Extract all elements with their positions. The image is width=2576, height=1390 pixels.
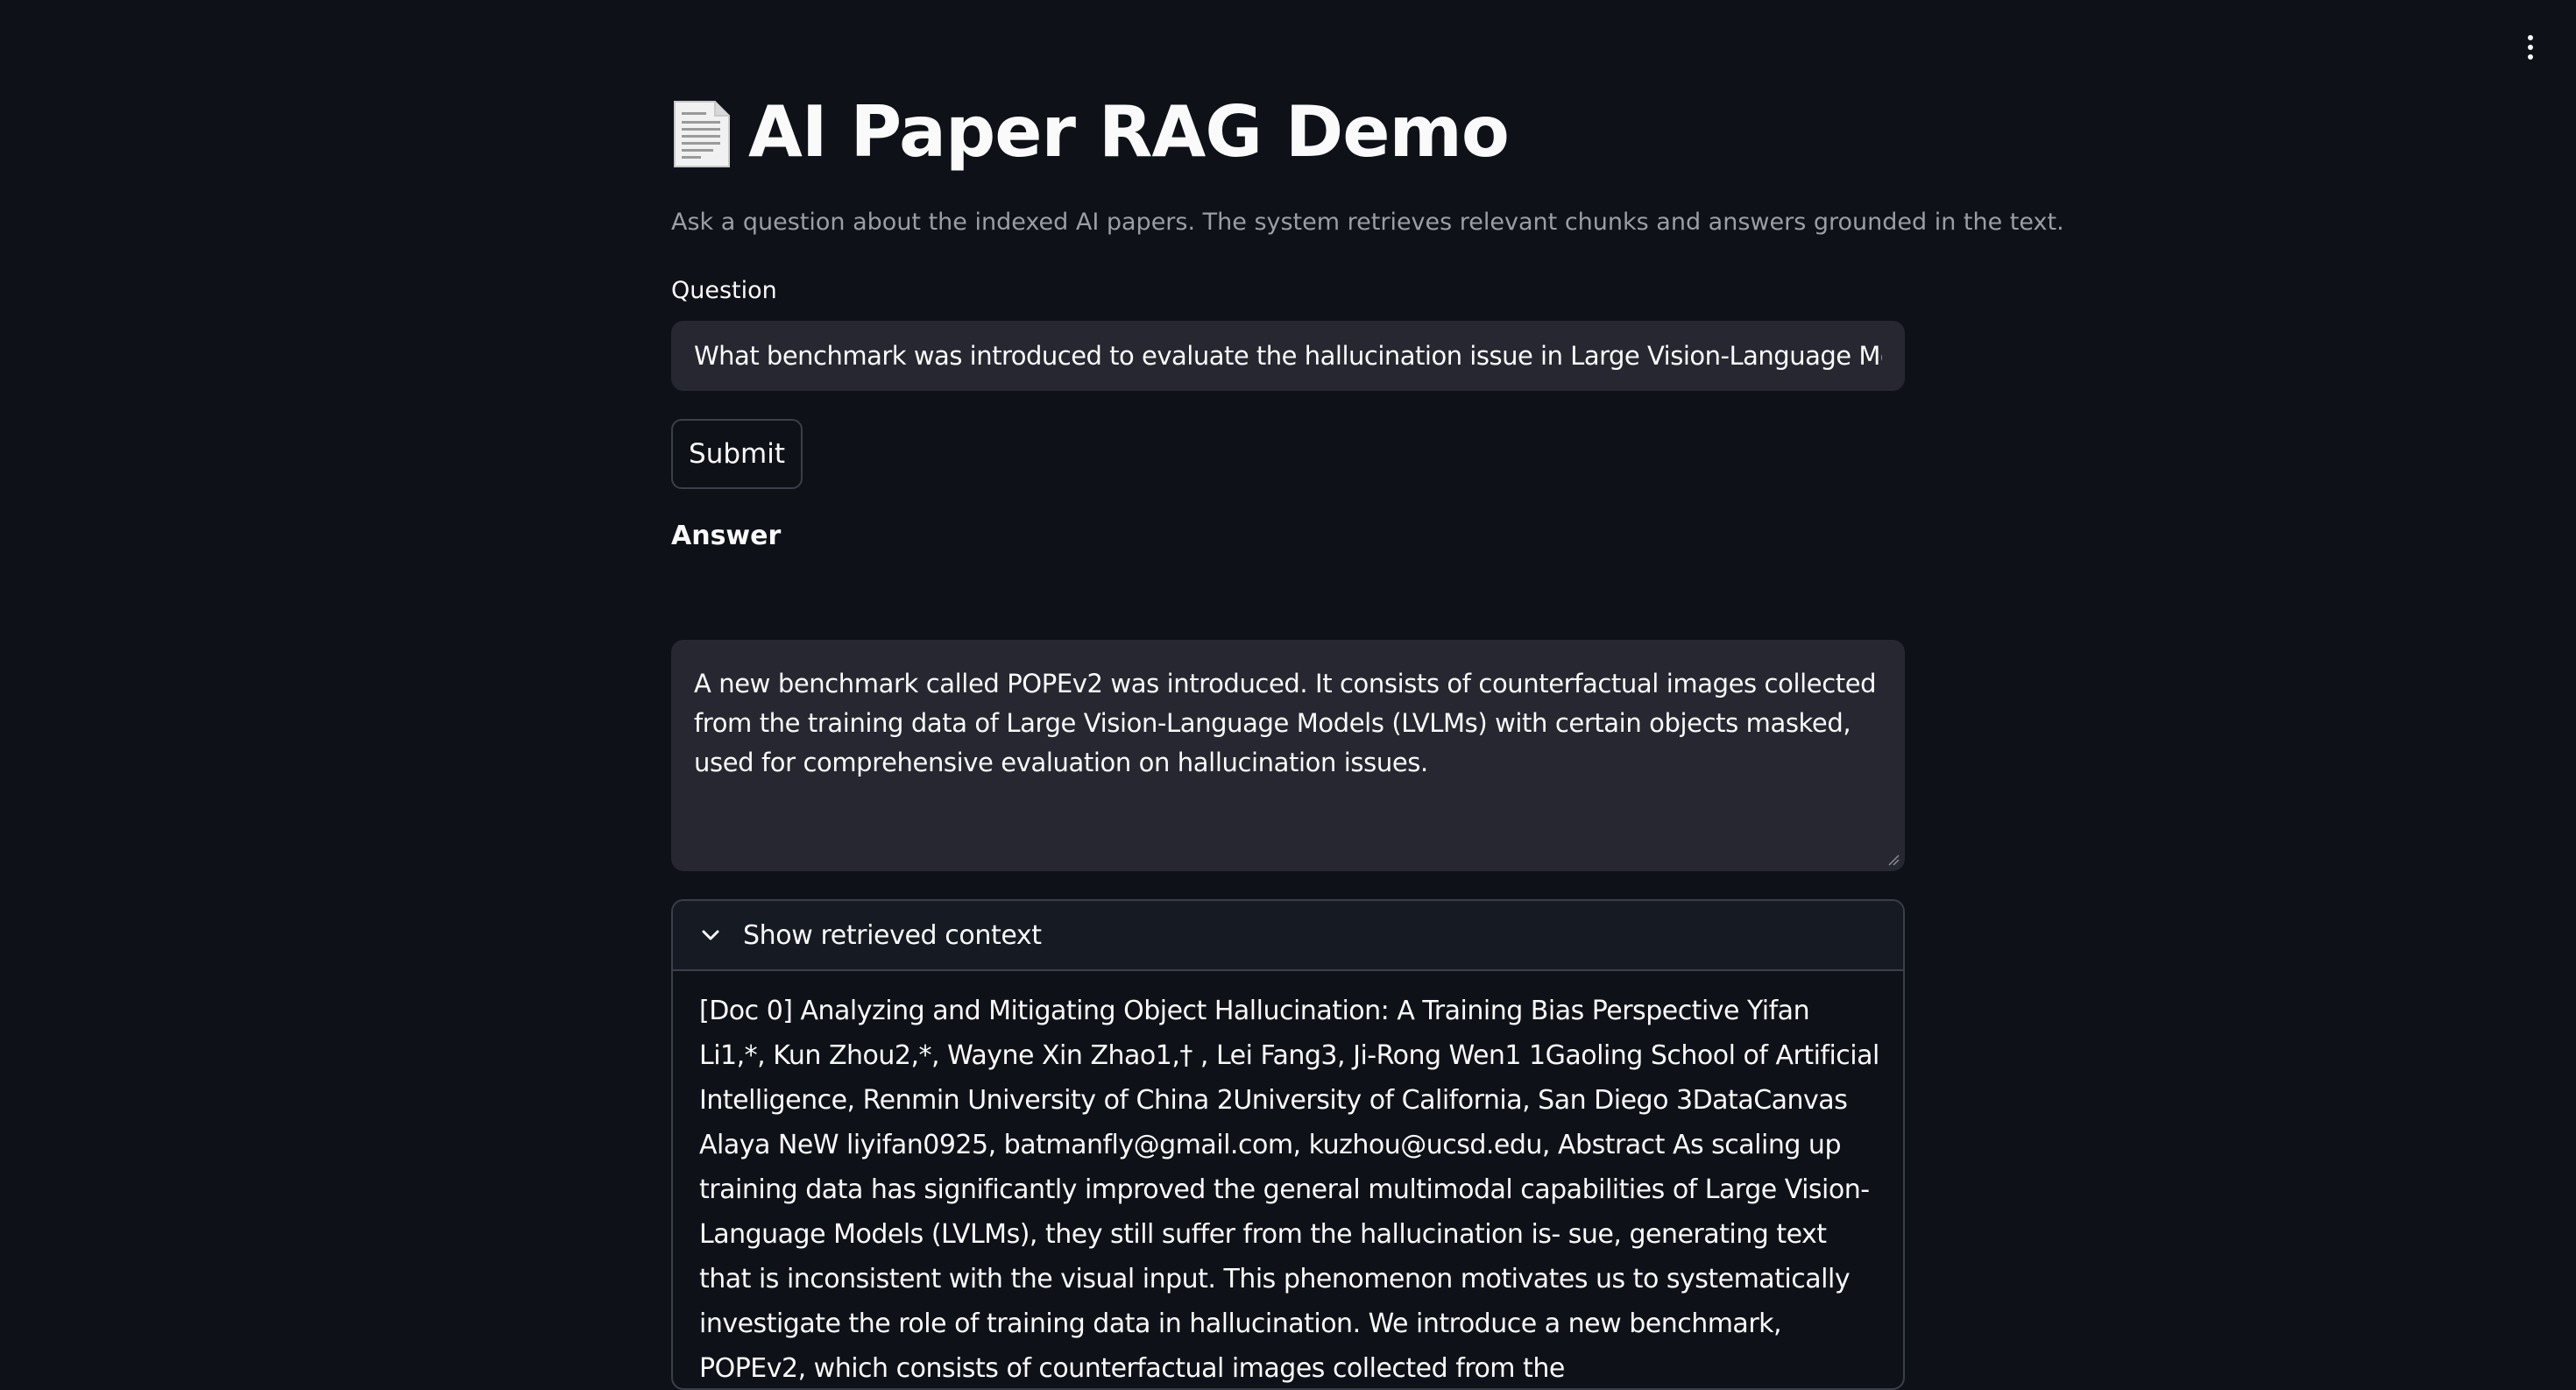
answer-textarea[interactable]: A new benchmark called POPEv2 was introd… (671, 640, 1905, 871)
page-title: AI Paper RAG Demo (748, 91, 1510, 173)
title-row: AI Paper RAG Demo (671, 84, 1510, 181)
submit-button[interactable]: Submit (671, 419, 803, 489)
retrieved-context-text: [Doc 0] Analyzing and Mitigating Object … (699, 996, 1879, 1384)
expander-label: Show retrieved context (743, 919, 1042, 951)
retrieved-context-expander: Show retrieved context [Doc 0] Analyzing… (671, 899, 1905, 1390)
answer-heading: Answer (671, 521, 782, 551)
answer-text: A new benchmark called POPEv2 was introd… (694, 669, 1877, 777)
resize-grip-icon[interactable] (1887, 854, 1900, 866)
menu-dot (2528, 54, 2533, 60)
chevron-down-icon (702, 930, 719, 940)
expander-toggle[interactable]: Show retrieved context (673, 901, 1903, 971)
menu-dot (2528, 45, 2533, 50)
page-facing-up-icon (674, 101, 730, 167)
page-subtitle: Ask a question about the indexed AI pape… (671, 209, 2064, 236)
main-menu-button[interactable] (2520, 30, 2541, 65)
question-label: Question (671, 277, 777, 304)
question-input[interactable] (671, 321, 1905, 391)
menu-dot (2528, 35, 2533, 40)
